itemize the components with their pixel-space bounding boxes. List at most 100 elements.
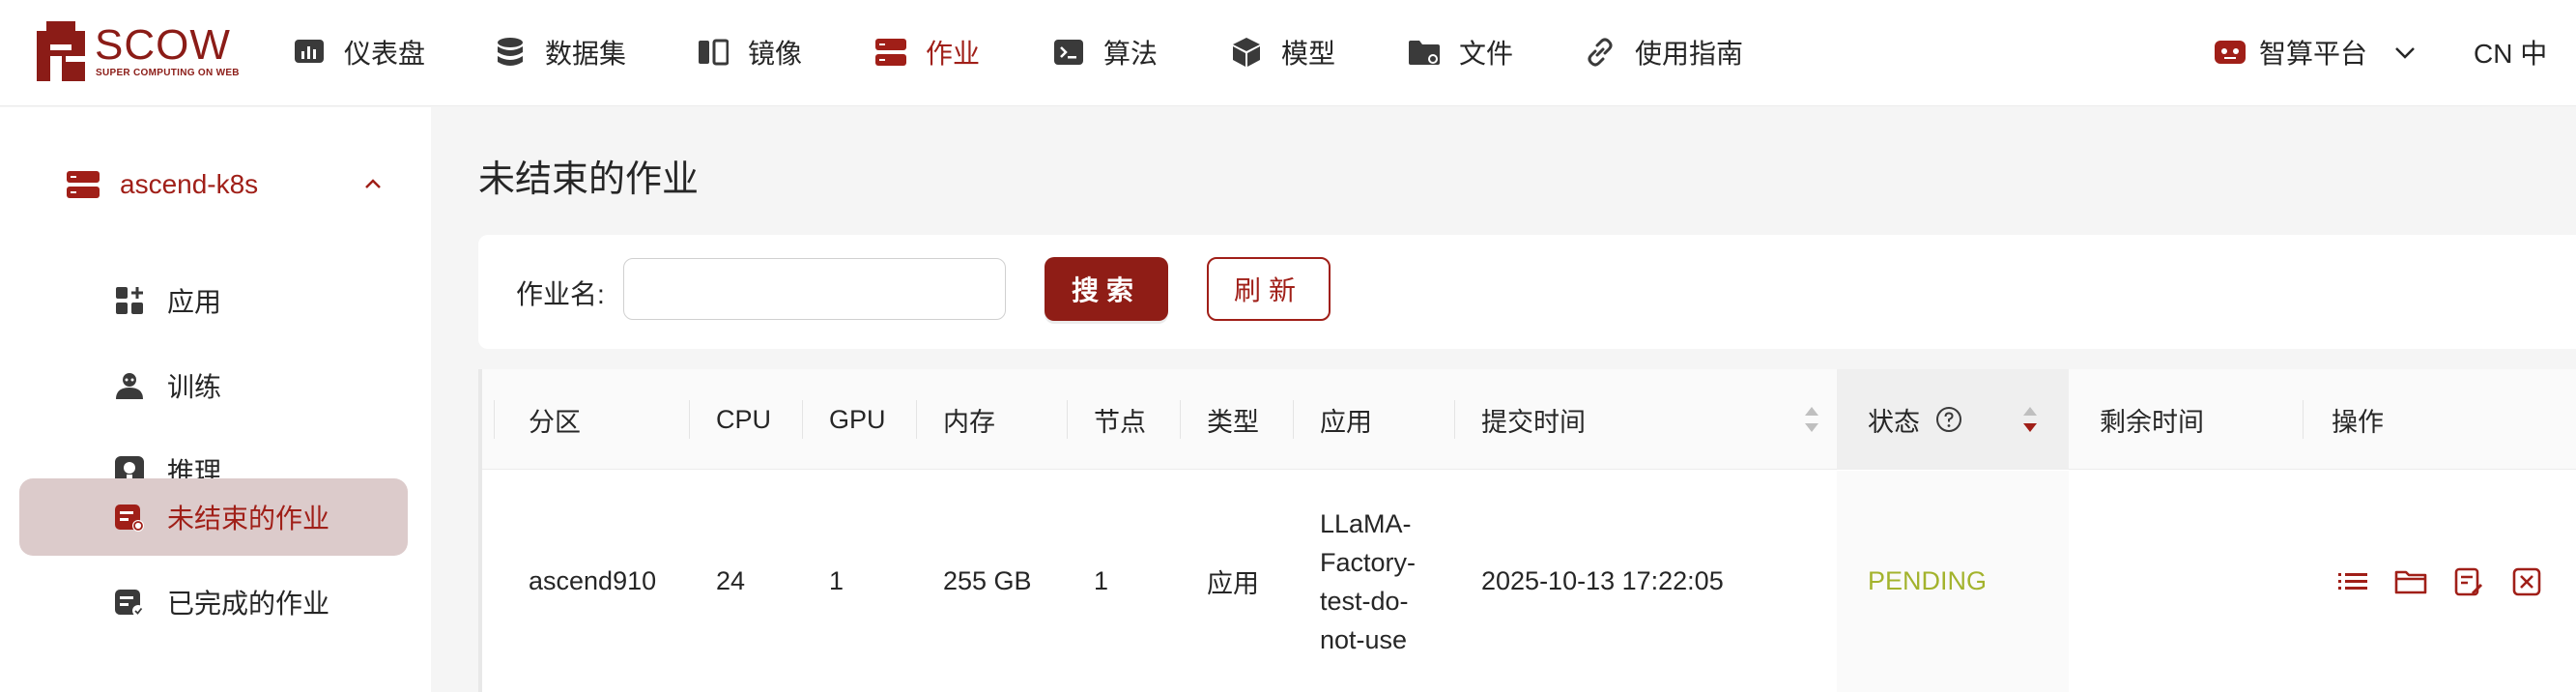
- nav-image[interactable]: 镜像: [696, 29, 802, 75]
- column-header-actions: 操作: [2332, 407, 2384, 437]
- nav-model[interactable]: 模型: [1229, 29, 1335, 75]
- cell-cpu: 24: [716, 566, 746, 595]
- column-header-nodes: 节点: [1094, 407, 1146, 437]
- cluster-server-icon: [67, 171, 100, 198]
- cell-nodes: 1: [1094, 566, 1109, 595]
- page-title: 未结束的作业: [478, 159, 700, 200]
- database-icon: [493, 35, 528, 70]
- app-name: LLaMA- Factory- test-do- not-use: [1320, 505, 1436, 659]
- app-name-line: test-do-: [1320, 586, 1409, 616]
- column-divider: [916, 400, 917, 439]
- nav-jobs[interactable]: 作业: [873, 29, 980, 75]
- job-name-label: 作业名:: [516, 279, 605, 309]
- column-divider: [1067, 400, 1068, 439]
- column-header-submit-time[interactable]: 提交时间: [1481, 369, 1829, 470]
- nav-label: 文件: [1459, 39, 1514, 69]
- cell-partition: ascend910: [529, 566, 657, 595]
- nav-label: 算法: [1103, 39, 1159, 69]
- sidebar-item-label: 未结束的作业: [167, 504, 330, 533]
- column-header-label: 提交时间: [1481, 407, 1586, 437]
- terminal-icon: [1051, 35, 1086, 70]
- chevron-up-icon: [365, 179, 381, 188]
- status-badge: PENDING: [1868, 566, 1988, 595]
- folder-icon: [1407, 35, 1442, 70]
- edit-note-icon[interactable]: [2451, 564, 2486, 599]
- help-circle-icon[interactable]: [1935, 406, 1962, 433]
- cell-type: 应用: [1207, 569, 1259, 598]
- sidebar-item-training[interactable]: 训练: [19, 347, 408, 424]
- sort-icon[interactable]: [1802, 403, 1821, 436]
- cell-submit-time: 2025-10-13 17:22:05: [1481, 566, 1724, 595]
- robot-icon: [2215, 41, 2246, 64]
- cell-actions: [2335, 471, 2567, 692]
- training-icon: [116, 373, 143, 399]
- scow-logo-mark-icon: [37, 21, 85, 81]
- finished-jobs-icon: [115, 590, 144, 617]
- language-switcher[interactable]: CN 中: [2474, 29, 2547, 75]
- column-divider: [802, 400, 803, 439]
- cell-app: LLaMA- Factory- test-do- not-use: [1320, 471, 1436, 692]
- nav-files[interactable]: 文件: [1407, 29, 1513, 75]
- refresh-button[interactable]: 刷新: [1207, 257, 1331, 321]
- column-header-remaining-time: 剩余时间: [2100, 407, 2204, 437]
- sidebar-item-label: 应用: [167, 287, 222, 317]
- column-header-cpu: CPU: [716, 404, 772, 434]
- nav-guide[interactable]: 使用指南: [1583, 29, 1743, 75]
- column-header-status[interactable]: 状态: [1837, 369, 2069, 470]
- jobs-table: 分区 CPU GPU 内存 节点 类型 应用 提交时间 状态 剩余时间 操作 a…: [478, 369, 2576, 692]
- nav-algorithm[interactable]: 算法: [1051, 29, 1158, 75]
- nav-label: 数据集: [545, 39, 627, 69]
- nav-label: 使用指南: [1635, 39, 1744, 69]
- list-icon[interactable]: [2335, 564, 2370, 599]
- cube-icon: [1229, 35, 1264, 70]
- column-header-gpu: GPU: [829, 404, 886, 434]
- nav-dashboard[interactable]: 仪表盘: [292, 29, 425, 75]
- job-name-input[interactable]: [623, 258, 1006, 320]
- column-divider: [2303, 400, 2304, 439]
- column-divider: [494, 400, 495, 439]
- job-server-icon: [873, 35, 908, 70]
- column-header-partition: 分区: [529, 407, 581, 437]
- column-header-label: 状态: [1868, 407, 1920, 437]
- close-box-icon[interactable]: [2509, 564, 2544, 599]
- column-header-type: 类型: [1207, 407, 1259, 437]
- app-name-line: not-use: [1320, 624, 1408, 654]
- cell-status: PENDING: [1837, 471, 2069, 692]
- apps-icon: [116, 287, 143, 314]
- table-row: ascend910 24 1 255 GB 1 应用 LLaMA- Factor…: [482, 471, 2576, 692]
- chevron-down-icon: [2395, 47, 2415, 59]
- sidebar-item-running-jobs[interactable]: 未结束的作业: [19, 478, 408, 556]
- cell-memory: 255 GB: [943, 566, 1032, 595]
- column-divider: [1454, 400, 1455, 439]
- sidebar-item-finished-jobs[interactable]: 已完成的作业: [19, 563, 408, 641]
- running-jobs-icon: [115, 505, 144, 532]
- dashboard-icon: [292, 35, 327, 70]
- nav-label: 作业: [926, 39, 981, 69]
- nav-label: 模型: [1281, 39, 1336, 69]
- image-icon: [696, 35, 730, 70]
- link-icon: [1583, 35, 1617, 70]
- folder-icon[interactable]: [2393, 564, 2428, 599]
- brand-tagline: SUPER COMPUTING ON WEB: [96, 68, 240, 78]
- nav-label: 镜像: [748, 39, 803, 69]
- sidebar-item-apps[interactable]: 应用: [19, 262, 408, 339]
- sidebar-group-ascend-k8s[interactable]: ascend-k8s: [66, 156, 385, 214]
- column-header-app: 应用: [1320, 407, 1372, 437]
- sidebar: ascend-k8s 应用 训练 推理 未结束的作业 已完成的作业: [0, 107, 431, 692]
- platform-label: 智算平台: [2259, 39, 2368, 69]
- sort-descending-icon[interactable]: [2020, 403, 2040, 436]
- app-name-line: Factory-: [1320, 547, 1417, 577]
- sidebar-item-label: 已完成的作业: [167, 589, 330, 619]
- filter-bar: 作业名: 搜索 刷新: [478, 235, 2576, 349]
- search-button[interactable]: 搜索: [1045, 257, 1168, 321]
- nav-label: 仪表盘: [344, 39, 426, 69]
- nav-dataset[interactable]: 数据集: [493, 29, 626, 75]
- column-divider: [689, 400, 690, 439]
- column-divider: [1293, 400, 1294, 439]
- brand-name: SCOW: [95, 21, 231, 69]
- top-header: SCOW SUPER COMPUTING ON WEB 仪表盘 数据集 镜像 作…: [0, 0, 2576, 106]
- table-header: 分区 CPU GPU 内存 节点 类型 应用 提交时间 状态 剩余时间 操作: [482, 369, 2576, 470]
- scow-logo[interactable]: SCOW SUPER COMPUTING ON WEB: [37, 21, 240, 81]
- platform-switcher[interactable]: 智算平台: [2213, 29, 2418, 75]
- sidebar-item-label: 训练: [167, 372, 222, 402]
